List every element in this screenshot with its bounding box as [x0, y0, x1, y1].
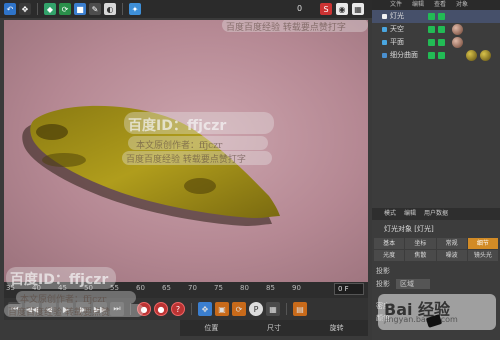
rotate-icon[interactable]: ⟳	[59, 3, 71, 15]
object-row-light[interactable]: 灯光	[372, 10, 500, 23]
cube-icon[interactable]: ■	[74, 3, 86, 15]
tick-label: 80	[240, 284, 249, 292]
tab-photometric[interactable]: 光度	[374, 250, 405, 261]
move-key-icon[interactable]: ✥	[198, 302, 212, 316]
pla-icon[interactable]: ▦	[266, 302, 280, 316]
rotate-key-icon[interactable]: ⟳	[232, 302, 246, 316]
menu-edit-attr[interactable]: 编辑	[404, 208, 416, 220]
attribute-tab-grid: 基本 坐标 常规 细节 光度 焦散 噪波 镜头光	[372, 238, 500, 261]
material-tag-icon[interactable]	[452, 24, 463, 35]
attribute-menu: 模式 编辑 用户数据	[372, 208, 500, 220]
object-row-plane[interactable]: 平面	[372, 36, 500, 49]
c4d-window: ↶ ✥ ◆ ⟳ ■ ✎ ◐ ✦ 0 S ◉ ▦ 百度ID：ffjczr 本文原创…	[0, 0, 500, 340]
param-key-icon[interactable]: P	[249, 302, 263, 316]
size-label: 尺寸	[267, 324, 281, 332]
menu-user-data[interactable]: 用户数据	[424, 208, 448, 220]
render-check-icon[interactable]	[438, 13, 445, 20]
tick-label: 85	[266, 284, 275, 292]
pen-icon[interactable]: ✎	[89, 3, 101, 15]
menu-mode[interactable]: 模式	[384, 208, 396, 220]
tick-label: 75	[214, 284, 223, 292]
object-row-subdivision[interactable]: 细分曲面	[372, 49, 500, 62]
projection-select[interactable]: 区域	[396, 279, 430, 289]
snap-icon[interactable]: S	[320, 3, 332, 15]
tab-noise[interactable]: 噪波	[436, 250, 467, 261]
move-icon[interactable]: ✥	[19, 3, 31, 15]
tab-caustics[interactable]: 焦散	[405, 250, 436, 261]
object-name: 天空	[390, 25, 404, 33]
right-panel: 文件 编辑 查看 对象 灯光 天空 平面 细分曲面 模式 编辑 用户数据 灯光对…	[372, 0, 500, 340]
attribute-title: 灯光对象 [灯光]	[384, 225, 434, 233]
rotation-label: 旋转	[329, 324, 344, 332]
film-icon[interactable]: ▤	[293, 302, 307, 316]
material-tag-icon[interactable]	[480, 50, 491, 61]
toolbar-divider	[122, 3, 123, 15]
tab-lens-flare[interactable]: 镜头光	[467, 250, 498, 261]
tab-coord[interactable]: 坐标	[405, 238, 436, 249]
scale-key-icon[interactable]: ▣	[215, 302, 229, 316]
light-object-icon	[382, 14, 387, 19]
light-icon[interactable]: ✦	[129, 3, 141, 15]
tab-basic[interactable]: 基本	[374, 238, 405, 249]
render-check-icon[interactable]	[438, 52, 445, 59]
toolbar-divider	[191, 303, 192, 315]
keyframe-icon[interactable]: ?	[171, 302, 185, 316]
plane-object-icon	[382, 40, 387, 45]
object-name: 平面	[390, 38, 404, 46]
autokey-icon[interactable]: ●	[154, 302, 168, 316]
scale-icon[interactable]: ◆	[44, 3, 56, 15]
baidu-url: jingyan.baidu.com	[384, 315, 458, 324]
render-check-icon[interactable]	[438, 39, 445, 46]
tick-label: 90	[292, 284, 301, 292]
watermark-id-bottom: 百度ID：ffjczr	[10, 272, 109, 288]
main-toolbar: ↶ ✥ ◆ ⟳ ■ ✎ ◐ ✦ 0 S ◉ ▦	[0, 0, 372, 18]
3d-viewport[interactable]: 百度ID：ffjczr 本文原创作者：ffjczr 百度百度经验 转载要点赞打字…	[4, 20, 368, 282]
projection-row: 投影 区域	[376, 278, 496, 290]
subdivision-object-icon	[382, 53, 387, 58]
visibility-check-icon[interactable]	[428, 13, 435, 20]
frame-field[interactable]: 0 F	[334, 283, 364, 295]
grid-icon[interactable]: ▦	[352, 3, 364, 15]
visibility-check-icon[interactable]	[428, 39, 435, 46]
toolbar-divider	[37, 3, 38, 15]
object-name: 细分曲面	[390, 51, 418, 59]
visibility-check-icon[interactable]	[428, 52, 435, 59]
toolbar-divider	[286, 303, 287, 315]
watermark-repost: 百度百度经验 转载要点赞打字	[126, 155, 246, 165]
menu-file[interactable]: 文件	[390, 0, 402, 10]
visibility-check-icon[interactable]	[428, 26, 435, 33]
render-icon[interactable]: ◐	[104, 3, 116, 15]
material-tag-icon[interactable]	[452, 37, 463, 48]
watermark-repost-top: 百度百度经验 转载要点赞打字	[226, 23, 346, 33]
globe-icon[interactable]: ◉	[336, 3, 348, 15]
projection-section-label: 投影	[376, 267, 390, 275]
object-row-sky[interactable]: 天空	[372, 23, 500, 36]
projection-label: 投影	[376, 280, 390, 288]
object-name: 灯光	[390, 12, 404, 20]
zero-readout: 0	[297, 4, 303, 13]
material-tag-icon[interactable]	[466, 50, 477, 61]
sky-object-icon	[382, 27, 387, 32]
watermark-id: 百度ID：ffjczr	[128, 118, 227, 134]
tab-general[interactable]: 常规	[436, 238, 467, 249]
menu-object[interactable]: 对象	[456, 0, 468, 10]
menu-edit[interactable]: 编辑	[412, 0, 424, 10]
watermark-repost-bottom: 百度百度经验 转载要点赞	[8, 308, 110, 318]
render-check-icon[interactable]	[438, 26, 445, 33]
coordinate-bar: 位置 尺寸 旋转	[180, 320, 368, 336]
menu-view[interactable]: 查看	[434, 0, 446, 10]
tick-label: 65	[162, 284, 171, 292]
undo-icon[interactable]: ↶	[4, 3, 16, 15]
tab-details[interactable]: 细节	[467, 238, 498, 249]
position-label: 位置	[204, 324, 219, 332]
tick-label: 60	[136, 284, 145, 292]
watermark-author: 本文原创作者：ffjczr	[136, 141, 223, 151]
object-manager-menu: 文件 编辑 查看 对象	[372, 0, 500, 10]
tick-label: 70	[188, 284, 197, 292]
